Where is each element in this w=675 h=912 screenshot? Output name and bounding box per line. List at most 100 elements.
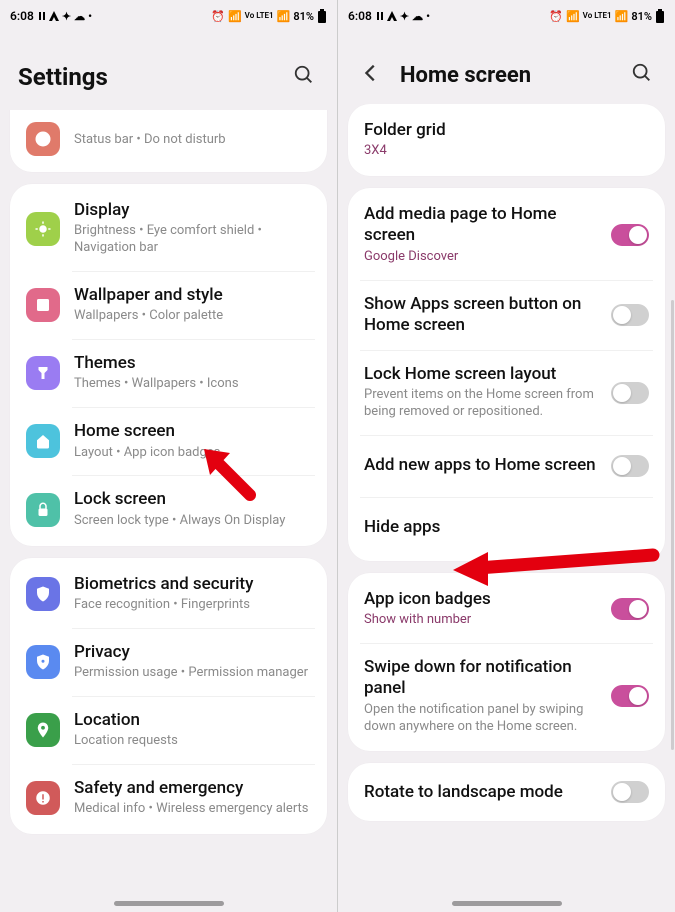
settings-item-lock-screen[interactable]: Lock screen Screen lock type • Always On… [10, 475, 327, 543]
status-notif-icons: ✦☁• [376, 10, 430, 23]
home-header: Home screen [338, 32, 675, 104]
page-title: Settings [18, 63, 275, 91]
item-title: Folder grid [364, 120, 649, 141]
item-title: Wallpaper and style [74, 285, 311, 306]
item-swipe-down[interactable]: Swipe down for notification panel Open t… [348, 643, 665, 749]
status-time: 6:08 [10, 9, 34, 23]
item-title: Hide apps [364, 517, 649, 538]
toggle-swipe-down[interactable] [611, 685, 649, 707]
settings-item-themes[interactable]: Themes Themes • Wallpapers • Icons [10, 339, 327, 407]
wallpaper-icon [26, 288, 60, 322]
item-show-apps-btn[interactable]: Show Apps screen button on Home screen [348, 280, 665, 351]
back-button[interactable] [356, 58, 386, 92]
search-button[interactable] [627, 58, 657, 92]
item-sub: Permission usage • Permission manager [74, 665, 311, 682]
status-battery: 81% [293, 10, 314, 23]
toggle-show-apps[interactable] [611, 304, 649, 326]
settings-content: Status bar • Do not disturb Display Brig… [0, 110, 337, 912]
home-icon [26, 424, 60, 458]
item-sub: Open the notification panel by swiping d… [364, 702, 597, 736]
item-sub: Screen lock type • Always On Display [74, 513, 311, 530]
item-title: Add media page to Home screen [364, 204, 597, 247]
item-value: 3X4 [364, 143, 649, 160]
item-sub: Prevent items on the Home screen from be… [364, 387, 597, 421]
nav-indicator [452, 901, 562, 906]
settings-item-privacy[interactable]: Privacy Permission usage • Permission ma… [10, 628, 327, 696]
emergency-icon [26, 781, 60, 815]
status-time: 6:08 [348, 9, 372, 23]
rotate-item[interactable]: Rotate to landscape mode [348, 763, 665, 821]
settings-item-safety[interactable]: Safety and emergency Medical info • Wire… [10, 764, 327, 832]
scroll-indicator [671, 300, 674, 750]
search-button[interactable] [289, 60, 319, 94]
settings-header: Settings [0, 32, 337, 110]
item-title: Add new apps to Home screen [364, 455, 597, 476]
folder-grid-item[interactable]: Folder grid 3X4 [348, 104, 665, 176]
item-title: Privacy [74, 642, 311, 663]
settings-item-biometrics[interactable]: Biometrics and security Face recognition… [10, 560, 327, 628]
item-sub: Brightness • Eye comfort shield • Naviga… [74, 223, 311, 257]
notifications-item[interactable]: Status bar • Do not disturb [10, 110, 327, 172]
settings-group-security: Biometrics and security Face recognition… [10, 558, 327, 835]
notifications-sub: Status bar • Do not disturb [74, 132, 311, 149]
item-title: Location [74, 710, 311, 731]
search-icon [293, 64, 315, 86]
item-title: Lock screen [74, 489, 311, 510]
item-title: Show Apps screen button on Home screen [364, 294, 597, 337]
shield-icon [26, 577, 60, 611]
status-net: Vo LTE1 [583, 12, 612, 20]
item-title: Display [74, 200, 311, 221]
settings-item-display[interactable]: Display Brightness • Eye comfort shield … [10, 186, 327, 271]
privacy-icon [26, 645, 60, 679]
item-title: App icon badges [364, 589, 597, 610]
item-hide-apps[interactable]: Hide apps [348, 497, 665, 559]
notification-icon [26, 122, 60, 156]
toggle-lock-layout[interactable] [611, 382, 649, 404]
item-sub: Location requests [74, 733, 311, 750]
home-screen-settings: 6:08 ✦☁• ⏰📶 Vo LTE1 📶 81% Home screen [338, 0, 675, 912]
toggle-add-new-apps[interactable] [611, 455, 649, 477]
item-lock-layout[interactable]: Lock Home screen layout Prevent items on… [348, 350, 665, 435]
toggle-rotate[interactable] [611, 781, 649, 803]
item-sub: Face recognition • Fingerprints [74, 597, 311, 614]
status-bar: 6:08 ✦☁• ⏰📶 Vo LTE1 📶 81% [338, 0, 675, 32]
toggle-add-media[interactable] [611, 224, 649, 246]
settings-item-home-screen[interactable]: Home screen Layout • App icon badges [10, 407, 327, 475]
display-icon [26, 212, 60, 246]
item-title: Rotate to landscape mode [364, 782, 597, 803]
item-title: Themes [74, 353, 311, 374]
nav-indicator [114, 901, 224, 906]
settings-screen: 6:08 ✦☁• ⏰📶 Vo LTE1 📶 81% Settings [0, 0, 337, 912]
item-sub: Layout • App icon badges [74, 445, 311, 462]
item-add-new-apps[interactable]: Add new apps to Home screen [348, 435, 665, 497]
chevron-left-icon [360, 62, 382, 84]
item-sub: Wallpapers • Color palette [74, 308, 311, 325]
lock-icon [26, 493, 60, 527]
toggle-app-icon-badges[interactable] [611, 598, 649, 620]
search-icon [631, 62, 653, 84]
status-notif-icons: ✦☁• [38, 10, 92, 23]
item-title: Home screen [74, 421, 311, 442]
item-sub: Show with number [364, 612, 597, 629]
themes-icon [26, 356, 60, 390]
item-title: Biometrics and security [74, 574, 311, 595]
location-icon [26, 713, 60, 747]
badges-group: App icon badges Show with number Swipe d… [348, 573, 665, 751]
status-battery: 81% [631, 10, 652, 23]
item-sub: Themes • Wallpapers • Icons [74, 376, 311, 393]
home-content: Folder grid 3X4 Add media page to Home s… [338, 104, 675, 912]
item-add-media[interactable]: Add media page to Home screen Google Dis… [348, 190, 665, 279]
item-sub: Google Discover [364, 249, 597, 266]
settings-item-wallpaper[interactable]: Wallpaper and style Wallpapers • Color p… [10, 271, 327, 339]
item-title: Swipe down for notification panel [364, 657, 597, 700]
item-title: Lock Home screen layout [364, 364, 597, 385]
home-settings-group: Add media page to Home screen Google Dis… [348, 188, 665, 561]
status-net: Vo LTE1 [245, 12, 274, 20]
page-title: Home screen [400, 63, 613, 88]
settings-group-display: Display Brightness • Eye comfort shield … [10, 184, 327, 546]
status-bar: 6:08 ✦☁• ⏰📶 Vo LTE1 📶 81% [0, 0, 337, 32]
item-title: Safety and emergency [74, 778, 311, 799]
item-app-icon-badges[interactable]: App icon badges Show with number [348, 575, 665, 643]
settings-item-location[interactable]: Location Location requests [10, 696, 327, 764]
item-sub: Medical info • Wireless emergency alerts [74, 801, 311, 818]
